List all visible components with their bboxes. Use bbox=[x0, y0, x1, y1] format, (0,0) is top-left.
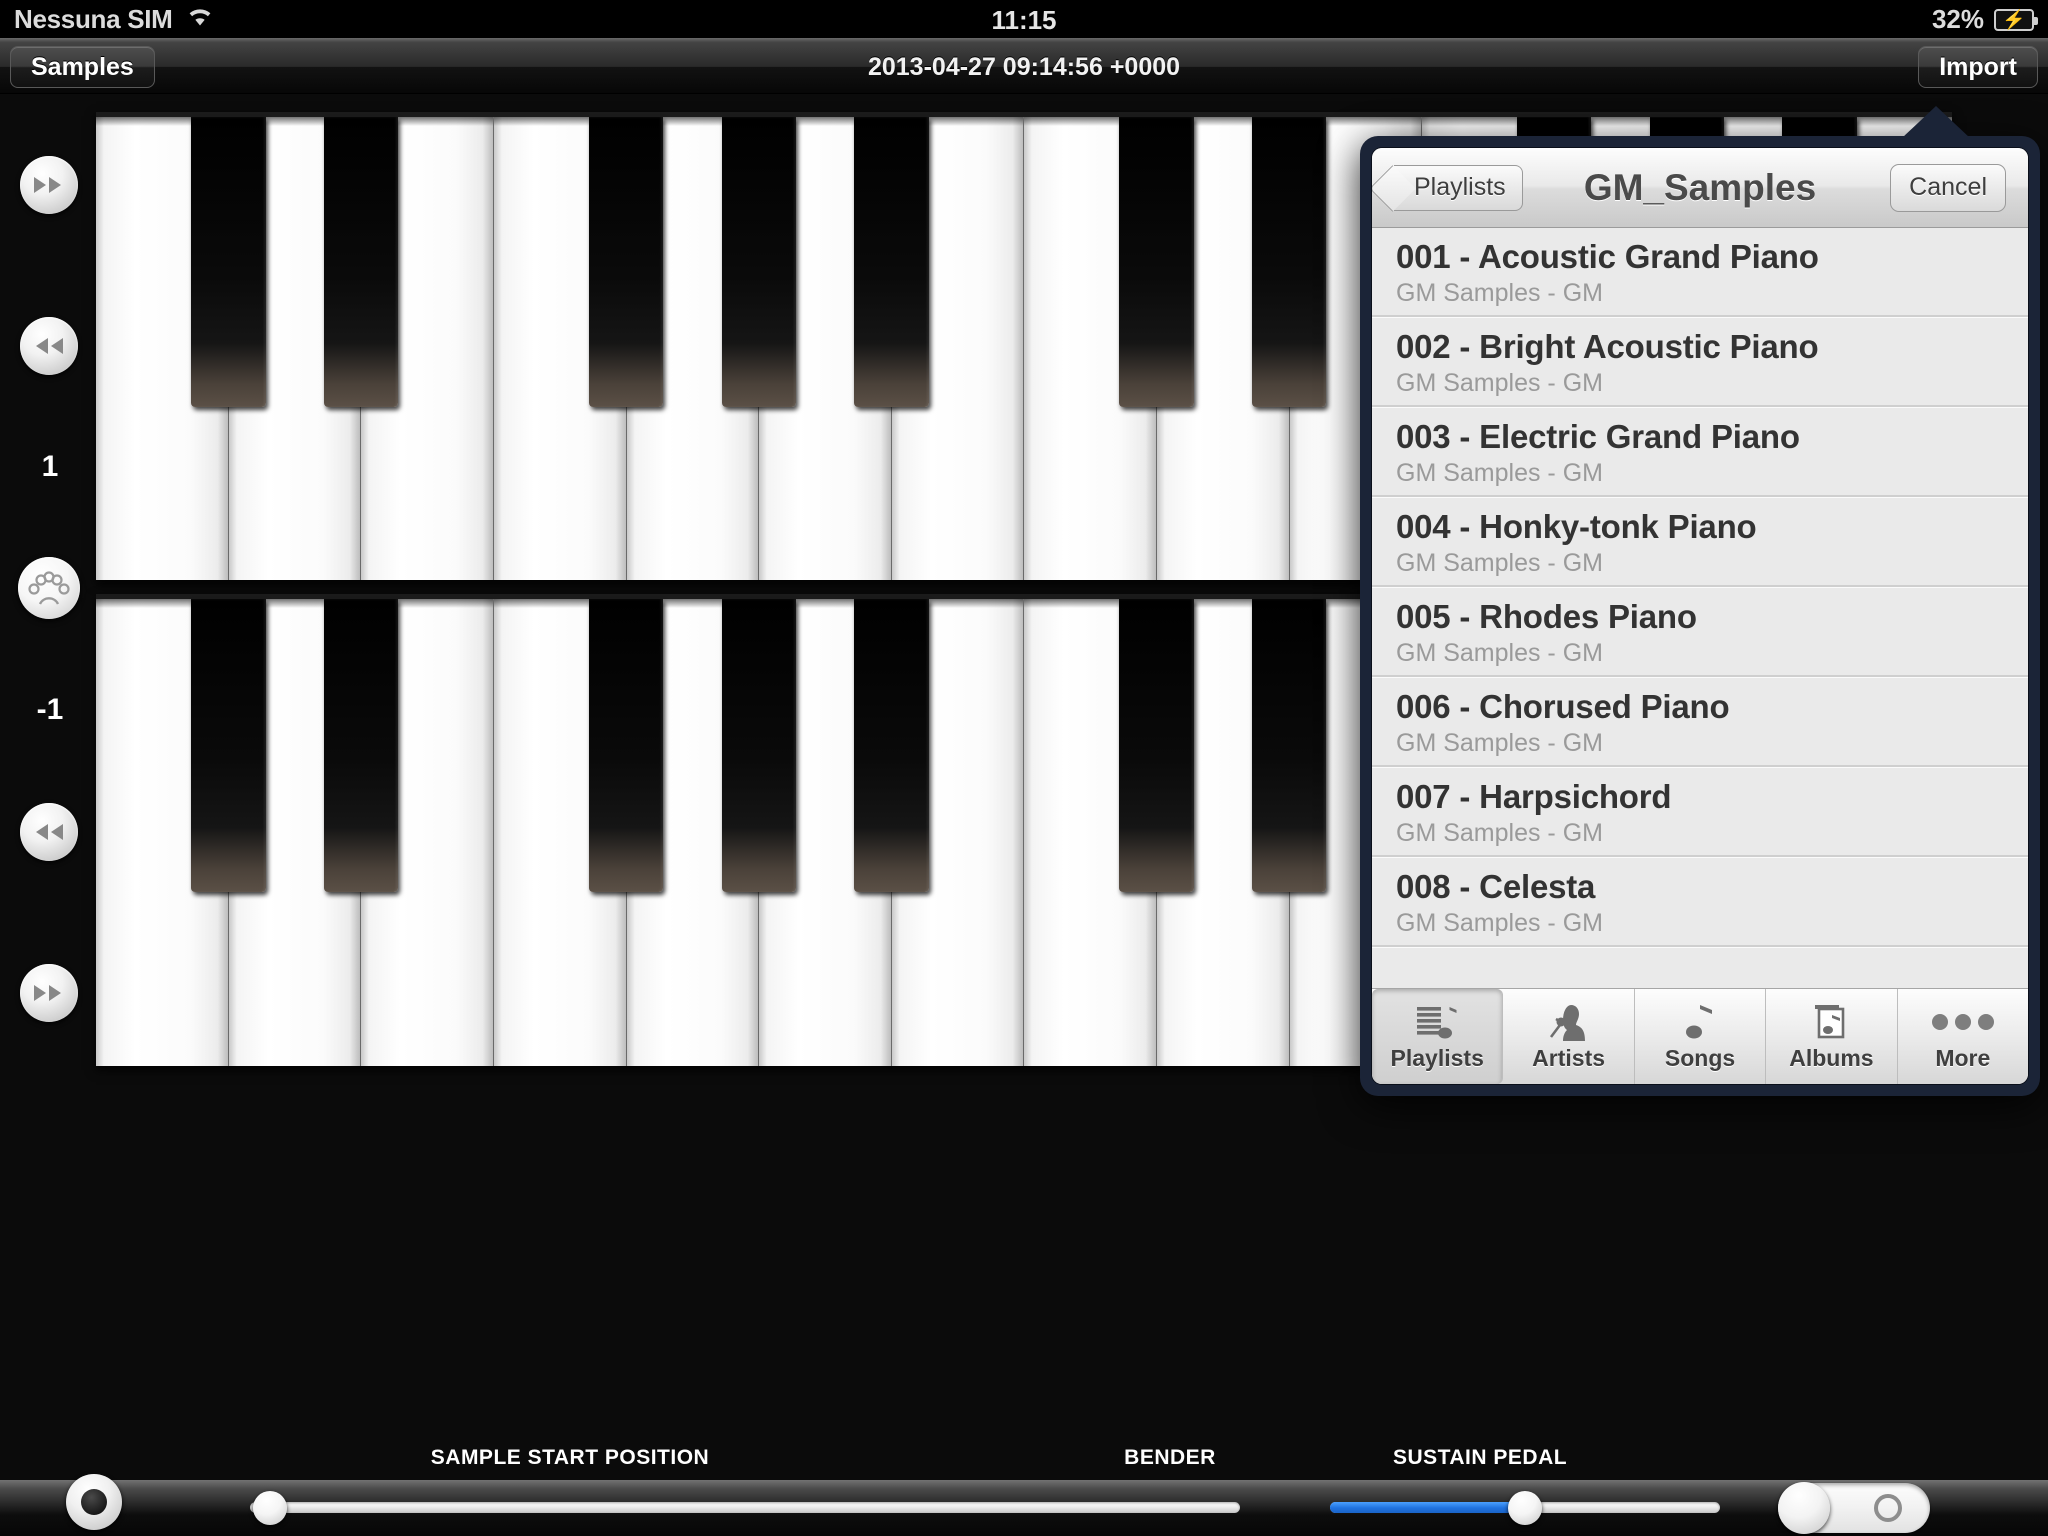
upper-black-key[interactable] bbox=[1252, 117, 1327, 408]
song-subtitle: GM Samples - GM bbox=[1396, 909, 1603, 937]
song-subtitle: GM Samples - GM bbox=[1396, 549, 1603, 577]
ellipsis-icon bbox=[1931, 1001, 1994, 1043]
song-title: 006 - Chorused Piano bbox=[1396, 688, 1730, 725]
song-list-item[interactable]: 006 - Chorused Piano GM Samples - GM bbox=[1372, 678, 2028, 768]
library-tab-bar[interactable]: Playlists Artists Songs Albums More bbox=[1372, 988, 2028, 1084]
album-note-icon bbox=[1807, 1001, 1855, 1043]
lower-black-key[interactable] bbox=[1119, 599, 1194, 892]
artist-mic-icon bbox=[1545, 1001, 1593, 1043]
tab-more[interactable]: More bbox=[1898, 989, 2028, 1084]
navigation-toolbar: Samples 2013-04-27 09:14:56 +0000 Import bbox=[0, 38, 2048, 94]
battery-charging-icon: ⚡ bbox=[1994, 8, 2038, 31]
status-bar: Nessuna SIM 11:15 32% ⚡ bbox=[0, 0, 2048, 38]
toggle-off-circle bbox=[1874, 1494, 1902, 1522]
upper-black-key[interactable] bbox=[589, 117, 664, 408]
status-bar-right: 32% ⚡ bbox=[1931, 4, 2038, 35]
tab-artists[interactable]: Artists bbox=[1503, 989, 1635, 1084]
tab-label: Playlists bbox=[1390, 1045, 1484, 1071]
song-title: 005 - Rhodes Piano bbox=[1396, 598, 1697, 635]
music-note-icon bbox=[1676, 1001, 1724, 1043]
playlists-back-button[interactable]: Playlists bbox=[1394, 164, 1523, 211]
song-title: 008 - Celesta bbox=[1396, 868, 1596, 905]
sample-start-label: SAMPLE START POSITION bbox=[430, 1446, 710, 1469]
toggle-knob[interactable] bbox=[1778, 1482, 1830, 1534]
lower-black-key[interactable] bbox=[721, 599, 796, 892]
playlist-note-icon bbox=[1413, 1001, 1461, 1043]
upper-black-key[interactable] bbox=[324, 117, 399, 408]
upper-black-key[interactable] bbox=[191, 117, 266, 408]
song-list-item[interactable]: 004 - Honky-tonk Piano GM Samples - GM bbox=[1372, 498, 2028, 588]
lower-black-key[interactable] bbox=[854, 599, 929, 892]
sustain-pedal-label: SUSTAIN PEDAL bbox=[1392, 1446, 1568, 1469]
battery-percent-label: 32% bbox=[1931, 4, 1984, 34]
song-subtitle: GM Samples - GM bbox=[1396, 819, 1603, 847]
lower-octave-down-button[interactable] bbox=[20, 803, 78, 861]
song-title: 002 - Bright Acoustic Piano bbox=[1396, 328, 1819, 365]
page-title: 2013-04-27 09:14:56 +0000 bbox=[867, 53, 1181, 81]
sustain-pedal-toggle[interactable] bbox=[1778, 1482, 1930, 1534]
master-knob[interactable] bbox=[66, 1474, 122, 1530]
lower-octave-up-button[interactable] bbox=[20, 964, 78, 1022]
tab-label: Artists bbox=[1532, 1045, 1606, 1071]
sample-start-thumb[interactable] bbox=[252, 1491, 287, 1525]
tab-playlists[interactable]: Playlists bbox=[1372, 989, 1504, 1084]
upper-transpose-value: 1 bbox=[41, 450, 59, 483]
bender-label: BENDER bbox=[1124, 1446, 1216, 1469]
bottom-control-bar bbox=[0, 1474, 2048, 1536]
lower-black-key[interactable] bbox=[324, 599, 399, 892]
import-popover: Playlists GM_Samples Cancel 001 - Acoust… bbox=[1360, 106, 2040, 1096]
bottom-labels: SAMPLE START POSITION BENDER SUSTAIN PED… bbox=[0, 1446, 2048, 1480]
song-subtitle: GM Samples - GM bbox=[1396, 459, 1603, 487]
upper-octave-up-button[interactable] bbox=[20, 156, 78, 214]
song-list-item[interactable]: 001 - Acoustic Grand Piano GM Samples - G… bbox=[1372, 228, 2028, 318]
upper-black-key[interactable] bbox=[721, 117, 796, 408]
song-subtitle: GM Samples - GM bbox=[1396, 369, 1603, 397]
song-list-item[interactable]: 003 - Electric Grand Piano GM Samples - G… bbox=[1372, 408, 2028, 498]
sample-start-slider[interactable] bbox=[250, 1491, 1240, 1525]
app-root: Nessuna SIM 11:15 32% ⚡ Samples 2013-04-… bbox=[0, 0, 2048, 1536]
song-list-item[interactable]: 008 - Celesta GM Samples - GM bbox=[1372, 858, 2028, 948]
lower-black-key[interactable] bbox=[589, 599, 664, 892]
bender-slider[interactable] bbox=[1330, 1491, 1720, 1525]
song-title: 004 - Honky-tonk Piano bbox=[1396, 508, 1757, 545]
song-subtitle: GM Samples - GM bbox=[1396, 639, 1603, 667]
tab-albums[interactable]: Albums bbox=[1766, 989, 1898, 1084]
song-subtitle: GM Samples - GM bbox=[1396, 729, 1603, 757]
tab-label: More bbox=[1935, 1045, 1991, 1071]
tab-label: Songs bbox=[1664, 1045, 1736, 1071]
popover-inner: Playlists GM_Samples Cancel 001 - Acoust… bbox=[1372, 148, 2028, 1084]
tab-label: Albums bbox=[1789, 1045, 1874, 1071]
song-list[interactable]: 001 - Acoustic Grand Piano GM Samples - G… bbox=[1372, 228, 2028, 988]
song-subtitle: GM Samples - GM bbox=[1396, 279, 1603, 307]
song-title: 007 - Harpsichord bbox=[1396, 778, 1672, 815]
upper-octave-down-button[interactable] bbox=[20, 317, 78, 375]
bender-thumb[interactable] bbox=[1508, 1491, 1542, 1525]
lower-black-key[interactable] bbox=[1252, 599, 1327, 892]
upper-black-key[interactable] bbox=[854, 117, 929, 408]
song-list-item[interactable]: 005 - Rhodes Piano GM Samples - GM bbox=[1372, 588, 2028, 678]
lower-black-key[interactable] bbox=[191, 599, 266, 892]
sample-start-track bbox=[250, 1502, 1240, 1513]
song-list-item[interactable]: 007 - Harpsichord GM Samples - GM bbox=[1372, 768, 2028, 858]
midi-din-icon[interactable] bbox=[18, 557, 80, 619]
song-title: 001 - Acoustic Grand Piano bbox=[1396, 238, 1819, 275]
import-button[interactable]: Import bbox=[1918, 46, 2038, 88]
tab-songs[interactable]: Songs bbox=[1635, 989, 1767, 1084]
song-title: 003 - Electric Grand Piano bbox=[1396, 418, 1800, 455]
lower-transpose-value: -1 bbox=[36, 693, 64, 726]
upper-black-key[interactable] bbox=[1119, 117, 1194, 408]
clock-label: 11:15 bbox=[991, 5, 1057, 35]
song-list-item[interactable]: 002 - Bright Acoustic Piano GM Samples - … bbox=[1372, 318, 2028, 408]
popover-arrow bbox=[1902, 106, 1970, 138]
bender-fill bbox=[1330, 1502, 1525, 1513]
popover-header: Playlists GM_Samples Cancel bbox=[1372, 148, 2028, 228]
